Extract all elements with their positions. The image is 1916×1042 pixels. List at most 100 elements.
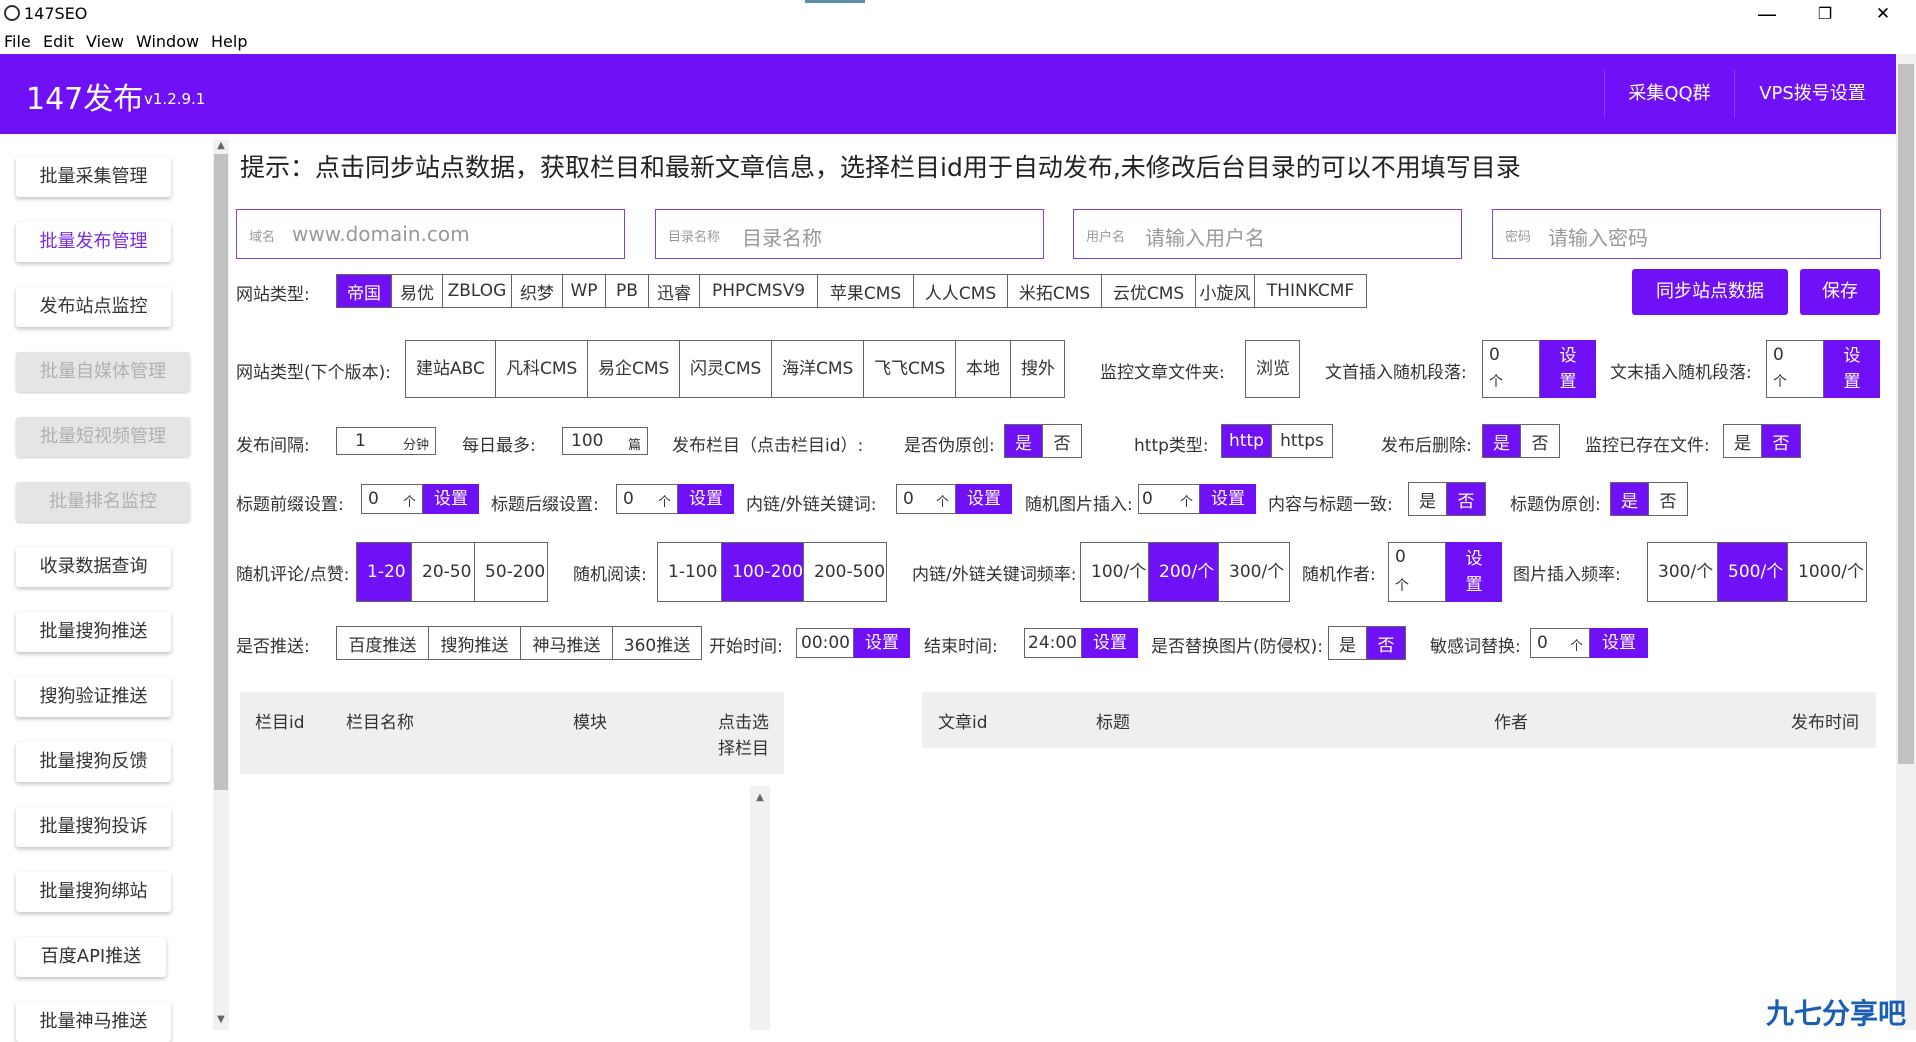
table-scroll-up-icon[interactable]: ▲ xyxy=(752,792,768,803)
site-type-option[interactable]: THINKCMF xyxy=(1255,275,1366,307)
no-option[interactable]: 否 xyxy=(1043,425,1081,457)
menu-edit[interactable]: Edit xyxy=(43,32,74,51)
no-option[interactable]: 否 xyxy=(1649,483,1687,515)
read-option[interactable]: 200- 500 xyxy=(804,543,886,601)
title-prefix-input[interactable]: 0个 xyxy=(361,484,423,514)
comment-option[interactable]: 20- 50 xyxy=(412,543,475,601)
sensitive-word-set-button[interactable]: 设置 xyxy=(1590,628,1648,658)
keyword-input[interactable]: 0个 xyxy=(896,484,956,514)
random-author-set-button[interactable]: 设置 xyxy=(1446,542,1502,602)
title-suffix-input[interactable]: 0个 xyxy=(616,484,678,514)
http-option[interactable]: http xyxy=(1222,425,1272,457)
no-option[interactable]: 否 xyxy=(1521,425,1559,457)
site-type-option[interactable]: 云优CMS xyxy=(1102,275,1196,307)
sidebar-item-batch-publish[interactable]: 批量发布管理 xyxy=(16,222,171,262)
maximize-icon[interactable]: ❐ xyxy=(1810,2,1840,26)
site-type-option[interactable]: PHPCMSV9 xyxy=(700,275,818,307)
sidebar-item-sogou-feedback[interactable]: 批量搜狗反馈 xyxy=(16,742,171,782)
menu-file[interactable]: File xyxy=(4,32,31,51)
directory-field[interactable]: 目录名称 目录名称 xyxy=(655,209,1044,259)
imgfreq-option[interactable]: 1000/个 xyxy=(1788,543,1866,601)
start-time-set-button[interactable]: 设置 xyxy=(854,628,910,658)
head-insert-set-button[interactable]: 设置 xyxy=(1540,340,1596,398)
site-type-option[interactable]: WP xyxy=(563,275,606,307)
browse-button[interactable]: 浏览 xyxy=(1245,340,1300,398)
comment-option[interactable]: 1- 20 xyxy=(357,543,412,601)
site-type-option[interactable]: 小旋风 xyxy=(1196,275,1255,307)
push-option[interactable]: 神马推送 xyxy=(521,627,613,659)
read-option[interactable]: 100- 200 xyxy=(722,543,804,601)
yes-option[interactable]: 是 xyxy=(1483,425,1521,457)
comment-option[interactable]: 50- 200 xyxy=(475,543,547,601)
imgfreq-option[interactable]: 500/个 xyxy=(1718,543,1788,601)
sidebar-item-batch-collect[interactable]: 批量采集管理 xyxy=(16,157,171,197)
menu-help[interactable]: Help xyxy=(211,32,247,51)
push-option[interactable]: 360推送 xyxy=(613,627,701,659)
no-option[interactable]: 否 xyxy=(1762,425,1800,457)
site-type-option[interactable]: 迅睿 xyxy=(649,275,700,307)
password-field[interactable]: 密码 请输入密码 xyxy=(1492,209,1881,259)
push-option[interactable]: 百度推送 xyxy=(337,627,429,659)
yes-option[interactable]: 是 xyxy=(1724,425,1762,457)
kwfreq-option[interactable]: 300/个 xyxy=(1219,543,1289,601)
kwfreq-option[interactable]: 100/个 xyxy=(1081,543,1149,601)
site-type-option[interactable]: ZBLOG xyxy=(443,275,512,307)
no-option[interactable]: 否 xyxy=(1447,483,1485,515)
keyword-set-button[interactable]: 设置 xyxy=(956,484,1012,514)
push-option[interactable]: 搜狗推送 xyxy=(429,627,521,659)
close-icon[interactable]: ✕ xyxy=(1868,2,1898,26)
sidebar-item-sogou-verify[interactable]: 搜狗验证推送 xyxy=(16,677,171,717)
title-prefix-set-button[interactable]: 设置 xyxy=(423,484,479,514)
sidebar-item-sogou-bind[interactable]: 批量搜狗绑站 xyxy=(16,872,171,912)
random-image-set-button[interactable]: 设置 xyxy=(1200,484,1256,514)
yes-option[interactable]: 是 xyxy=(1329,627,1367,659)
interval-input[interactable]: 1 分钟 xyxy=(336,427,436,455)
sidebar-item-sogou-complaint[interactable]: 批量搜狗投诉 xyxy=(16,807,171,847)
vps-settings-button[interactable]: VPS拨号设置 xyxy=(1734,70,1890,118)
scroll-down-icon[interactable]: ▼ xyxy=(213,1014,229,1025)
site-type-option[interactable]: 帝国 xyxy=(337,275,392,307)
read-option[interactable]: 1- 100 xyxy=(658,543,722,601)
yes-option[interactable]: 是 xyxy=(1409,483,1447,515)
menu-view[interactable]: View xyxy=(86,32,124,51)
daily-max-input[interactable]: 100 篇 xyxy=(562,427,648,455)
random-author-input[interactable]: 0 个 xyxy=(1388,542,1446,602)
yes-option[interactable]: 是 xyxy=(1005,425,1043,457)
site-type-option[interactable]: 织梦 xyxy=(512,275,563,307)
menu-window[interactable]: Window xyxy=(136,32,199,51)
username-field[interactable]: 用户名 请输入用户名 xyxy=(1073,209,1462,259)
kwfreq-option[interactable]: 200/个 xyxy=(1149,543,1219,601)
sidebar-scroll-thumb[interactable] xyxy=(214,154,228,790)
end-time-input[interactable]: 24:00 xyxy=(1024,628,1082,658)
tail-insert-set-button[interactable]: 设置 xyxy=(1824,340,1880,398)
head-insert-input[interactable]: 0 个 xyxy=(1482,340,1540,398)
save-button[interactable]: 保存 xyxy=(1800,269,1880,315)
scroll-up-icon[interactable]: ▲ xyxy=(213,140,229,151)
column-table-scrollbar[interactable] xyxy=(750,786,770,1030)
site-type-option[interactable]: 米拓CMS xyxy=(1008,275,1102,307)
title-suffix-set-button[interactable]: 设置 xyxy=(678,484,734,514)
imgfreq-option[interactable]: 300/个 xyxy=(1648,543,1718,601)
random-image-input[interactable]: 0个 xyxy=(1138,484,1200,514)
yes-option[interactable]: 是 xyxy=(1611,483,1649,515)
sidebar-item-baidu-api[interactable]: 百度API推送 xyxy=(16,937,166,977)
sync-site-button[interactable]: 同步站点数据 xyxy=(1632,269,1788,315)
site-type-option[interactable]: 易优 xyxy=(392,275,443,307)
minimize-icon[interactable]: — xyxy=(1752,2,1782,26)
domain-field[interactable]: 域名 www.domain.com xyxy=(236,209,625,259)
site-type-option[interactable]: PB xyxy=(606,275,649,307)
sidebar-item-shenma-push[interactable]: 批量神马推送 xyxy=(16,1002,171,1042)
tail-insert-input[interactable]: 0 个 xyxy=(1766,340,1824,398)
no-option[interactable]: 否 xyxy=(1367,627,1405,659)
sidebar-item-site-monitor[interactable]: 发布站点监控 xyxy=(16,287,171,327)
qq-group-button[interactable]: 采集QQ群 xyxy=(1604,70,1734,118)
sidebar-item-sogou-push[interactable]: 批量搜狗推送 xyxy=(16,612,171,652)
end-time-set-button[interactable]: 设置 xyxy=(1082,628,1138,658)
https-option[interactable]: https xyxy=(1272,425,1332,457)
site-type-option[interactable]: 人人CMS xyxy=(914,275,1008,307)
site-type-option[interactable]: 苹果CMS xyxy=(818,275,914,307)
window-scroll-thumb[interactable] xyxy=(1898,64,1914,764)
sensitive-word-input[interactable]: 0个 xyxy=(1530,628,1590,658)
start-time-input[interactable]: 00:00 xyxy=(796,628,854,658)
sidebar-item-index-query[interactable]: 收录数据查询 xyxy=(16,547,171,587)
